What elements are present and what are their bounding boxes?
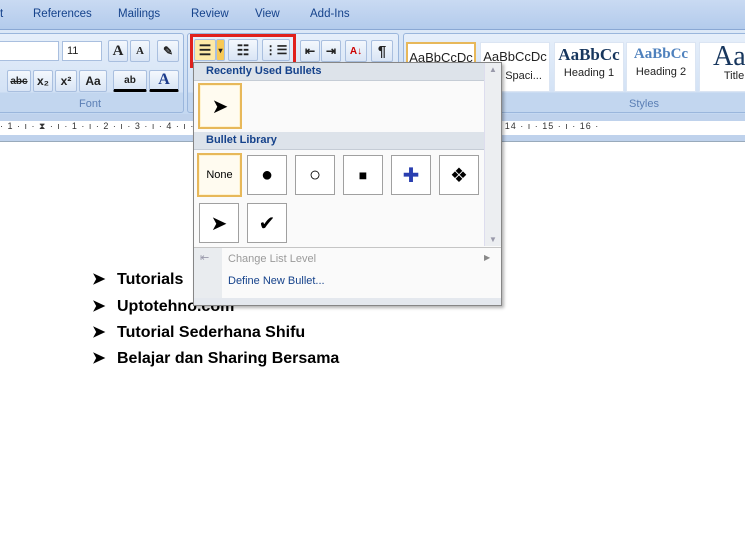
increase-indent-button[interactable]: ⇥: [321, 40, 341, 62]
bullet-hollow-circle[interactable]: ○: [295, 155, 335, 195]
font-color-button[interactable]: A: [149, 70, 179, 92]
bullet-arrow[interactable]: ➤: [199, 203, 239, 243]
tab-references[interactable]: References: [33, 8, 92, 20]
arrow-bullet-icon: ➤: [92, 324, 106, 341]
sort-button[interactable]: A↓: [345, 40, 367, 62]
menu-icon-column: ⇤: [194, 248, 222, 298]
font-group-label: Font: [78, 98, 101, 110]
list-item: ➤ Tutorials: [92, 271, 184, 288]
tab-view[interactable]: View: [255, 8, 280, 20]
highlight-button[interactable]: ab: [113, 70, 147, 92]
eraser-icon: ✎: [162, 44, 174, 58]
decrease-indent-icon: ⇤: [304, 44, 316, 58]
font-name-combo[interactable]: [0, 41, 59, 61]
grow-font-button[interactable]: A: [108, 40, 128, 62]
arrow-bullet-icon: ➤: [92, 298, 106, 315]
style-heading-1[interactable]: AaBbCc Heading 1: [554, 42, 624, 92]
list-item: ➤ Belajar dan Sharing Bersama: [92, 350, 340, 367]
scroll-up-icon[interactable]: ▲: [489, 65, 497, 74]
recent-bullets-header: Recently Used Bullets: [194, 63, 484, 81]
bullet-library-header: Bullet Library: [194, 132, 484, 150]
shrink-font-button[interactable]: A: [130, 40, 150, 62]
change-case-button[interactable]: Aa: [79, 70, 107, 92]
change-list-level-item[interactable]: Change List Level: [228, 253, 316, 265]
decrease-indent-button[interactable]: ⇤: [300, 40, 320, 62]
list-item: ➤ Tutorial Sederhana Shifu: [92, 324, 306, 341]
font-size-combo[interactable]: 11: [62, 41, 102, 61]
strikethrough-button[interactable]: abc: [7, 70, 31, 92]
subscript-button[interactable]: x₂: [33, 70, 53, 92]
bullet-colored-cross[interactable]: ✚: [391, 155, 431, 195]
scroll-down-icon[interactable]: ▼: [489, 235, 497, 244]
menu-scrollbar[interactable]: ▲ ▼: [484, 63, 501, 246]
bullet-filled-circle[interactable]: ●: [247, 155, 287, 195]
bullet-checkmark[interactable]: ✔: [247, 203, 287, 243]
bullet-diamonds[interactable]: ❖: [439, 155, 479, 195]
style-heading-2[interactable]: AaBbCc Heading 2: [626, 42, 696, 92]
recent-bullet-arrow[interactable]: ➤: [198, 83, 242, 129]
style-title[interactable]: AaITitle: [699, 42, 745, 92]
submenu-arrow-icon: ▶: [484, 253, 491, 262]
superscript-button[interactable]: x²: [55, 70, 77, 92]
tab-add-ins[interactable]: Add-Ins: [310, 8, 350, 20]
tab-mailings[interactable]: Mailings: [118, 8, 160, 20]
increase-indent-icon: ⇥: [325, 44, 337, 58]
change-list-level-icon: ⇤: [200, 252, 210, 264]
tab-home[interactable]: t: [0, 8, 3, 20]
tab-review[interactable]: Review: [191, 8, 229, 20]
show-marks-button[interactable]: ¶: [371, 40, 393, 62]
arrow-bullet-icon: ➤: [92, 271, 106, 288]
define-new-bullet-item[interactable]: Define New Bullet...: [228, 275, 325, 287]
menu-resize-grip[interactable]: [194, 298, 501, 305]
font-group: 11 A A ✎ abc x₂ x² Aa ab A Font: [0, 33, 184, 113]
bullet-none[interactable]: None: [197, 153, 242, 197]
clear-formatting-button[interactable]: ✎: [157, 40, 179, 62]
bullets-dropdown-menu: Recently Used Bullets ➤ Bullet Library N…: [193, 62, 502, 306]
arrow-bullet-icon: ➤: [92, 350, 106, 367]
ribbon-tabs: t References Mailings Review View Add-In…: [0, 0, 745, 30]
menu-divider: [194, 247, 501, 248]
bullet-square[interactable]: ■: [343, 155, 383, 195]
